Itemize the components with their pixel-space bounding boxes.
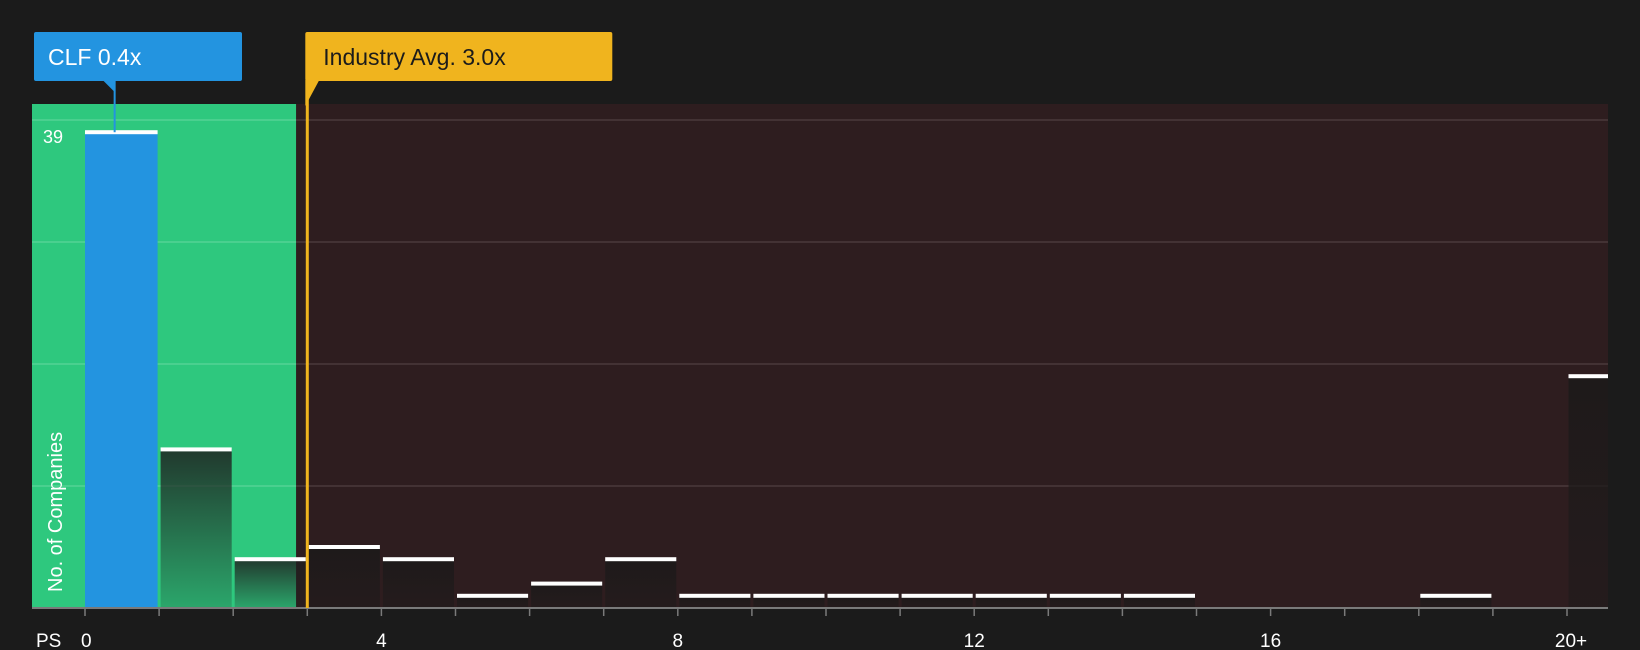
histogram-bar bbox=[234, 559, 306, 608]
y-max-label: 39 bbox=[43, 127, 63, 147]
bar-cap bbox=[1049, 593, 1121, 598]
bar-cap bbox=[975, 593, 1047, 598]
bar-cap bbox=[679, 593, 751, 598]
histogram-bar bbox=[382, 559, 454, 608]
histogram-bar bbox=[308, 547, 380, 608]
bar-cap bbox=[1568, 374, 1608, 379]
x-tick-label: 8 bbox=[673, 631, 684, 650]
bar-cap bbox=[827, 593, 899, 598]
histogram-bar bbox=[1568, 376, 1608, 608]
x-tick-label: 20+ bbox=[1555, 631, 1587, 650]
bar-cap bbox=[901, 593, 973, 598]
x-tick-label: 16 bbox=[1260, 631, 1281, 650]
bar-cap bbox=[234, 557, 306, 562]
histogram-bar bbox=[160, 449, 232, 608]
histogram-bar bbox=[85, 132, 158, 608]
bar-cap bbox=[531, 581, 603, 586]
bar-cap bbox=[753, 593, 825, 598]
bar-cap bbox=[1123, 593, 1195, 598]
industry-callout-label: Industry Avg. 3.0x bbox=[323, 44, 506, 70]
bar-cap bbox=[85, 130, 158, 135]
overvalued-zone bbox=[296, 104, 1608, 608]
x-tick-label: 12 bbox=[964, 631, 985, 650]
company-callout-label: CLF 0.4x bbox=[48, 44, 142, 70]
x-tick-label: 0 bbox=[81, 631, 92, 650]
ps-distribution-chart: 0 4 8 12 16 20+ CLF 0.4x Industry Avg. 3.0x No… bbox=[0, 0, 1640, 650]
x-tick-label: 4 bbox=[376, 631, 387, 650]
bar-cap bbox=[605, 557, 677, 562]
bar-cap bbox=[308, 545, 380, 549]
histogram-bar bbox=[531, 583, 603, 608]
bar-cap bbox=[160, 447, 232, 452]
y-axis-label: No. of Companies bbox=[45, 432, 67, 592]
bar-cap bbox=[457, 593, 529, 598]
bar-cap bbox=[1420, 593, 1492, 598]
x-axis-name: PS bbox=[36, 631, 61, 650]
bar-cap bbox=[382, 557, 454, 562]
histogram-bar bbox=[605, 559, 677, 608]
